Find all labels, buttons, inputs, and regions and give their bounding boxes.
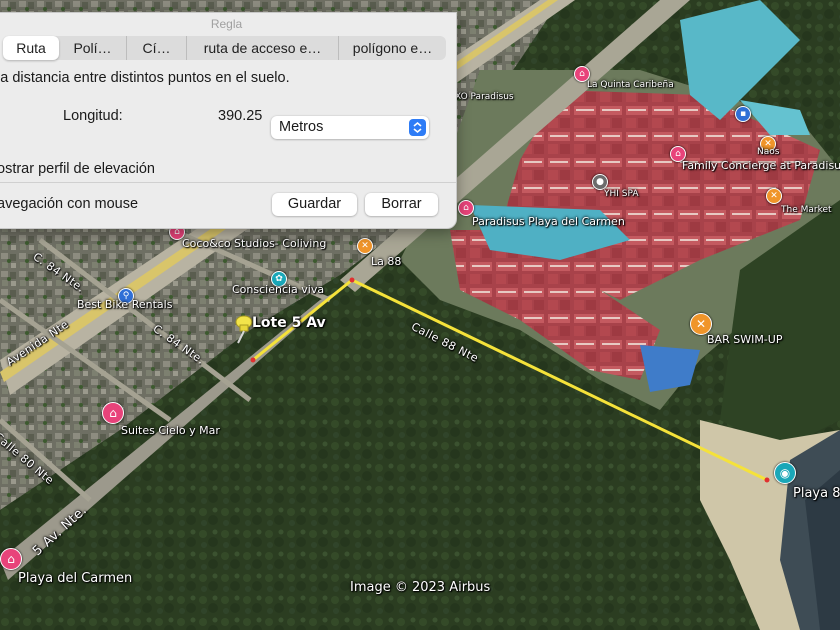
shopping-icon[interactable]: ▪ <box>735 106 751 122</box>
clear-button[interactable]: Borrar <box>365 193 438 216</box>
tab-poligono[interactable]: Polí… <box>59 36 127 60</box>
poi-label-xo[interactable]: XO Paradisus <box>455 92 514 102</box>
updown-chevron-icon <box>409 119 426 136</box>
bed-icon[interactable]: ⌂ <box>0 548 22 570</box>
panel-divider <box>0 182 456 183</box>
poi-label-playa8[interactable]: Playa 8 <box>793 486 840 501</box>
ruler-tab-bar: Ruta Polí… Cí… ruta de acceso e… polígon… <box>3 36 446 60</box>
bed-icon[interactable]: ⌂ <box>102 402 124 424</box>
poi-label-playa-carmen[interactable]: Playa del Carmen <box>18 571 132 586</box>
poi-label-paradisus[interactable]: Paradisus Playa del Carmen <box>472 215 625 228</box>
tab-ruta[interactable]: Ruta <box>3 36 59 60</box>
panel-title: Regla <box>210 17 243 31</box>
placemark-label-lote[interactable]: Lote 5 Av <box>252 315 326 331</box>
poi-label-suites[interactable]: Suites Cielo y Mar <box>121 424 220 437</box>
poi-label-bike[interactable]: Best Bike Rentals <box>77 298 172 311</box>
poi-label-yhi[interactable]: YHI SPA <box>604 189 639 199</box>
poi-label-market[interactable]: The Market <box>781 205 832 215</box>
poi-label-quinta[interactable]: La Quinta Caribeña <box>587 80 674 90</box>
spa-icon[interactable]: ● <box>592 174 608 190</box>
poi-label-family[interactable]: Family Concierge at Paradisus La <box>682 159 840 172</box>
poi-label-la88[interactable]: La 88 <box>371 255 401 268</box>
fork-knife-icon[interactable]: ✕ <box>690 313 712 335</box>
camera-icon[interactable]: ◉ <box>774 462 796 484</box>
length-value: 390.25 <box>218 108 263 124</box>
poi-label-bar-swim[interactable]: BAR SWIM-UP <box>707 333 782 346</box>
ruler-panel: Regla Ruta Polí… Cí… ruta de acceso e… p… <box>0 12 457 229</box>
bed-icon[interactable]: ⌂ <box>458 200 474 216</box>
unit-select-value: Metros <box>279 119 324 135</box>
tab-poligono-e[interactable]: polígono e… <box>339 36 446 60</box>
fork-knife-icon[interactable]: ✕ <box>357 238 373 254</box>
fork-knife-icon[interactable]: ✕ <box>766 188 782 204</box>
poi-label-coco[interactable]: Coco&co Studios- Coliving <box>182 237 326 250</box>
tab-ruta-acceso[interactable]: ruta de acceso e… <box>187 36 339 60</box>
elevation-profile-label[interactable]: ostrar perfil de elevación <box>0 161 155 177</box>
tab-circulo[interactable]: Cí… <box>127 36 187 60</box>
length-label: Longitud: <box>63 108 123 124</box>
map-attribution: Image © 2023 Airbus <box>350 580 491 595</box>
ruler-description: la distancia entre distintos puntos en e… <box>0 70 290 86</box>
unit-select[interactable]: Metros <box>271 116 429 139</box>
save-button[interactable]: Guardar <box>272 193 357 216</box>
poi-label-consciencia[interactable]: Consciencia viva <box>232 283 324 296</box>
poi-label-naos[interactable]: Naos <box>757 147 779 157</box>
mouse-navigation-label[interactable]: avegación con mouse <box>0 196 138 212</box>
